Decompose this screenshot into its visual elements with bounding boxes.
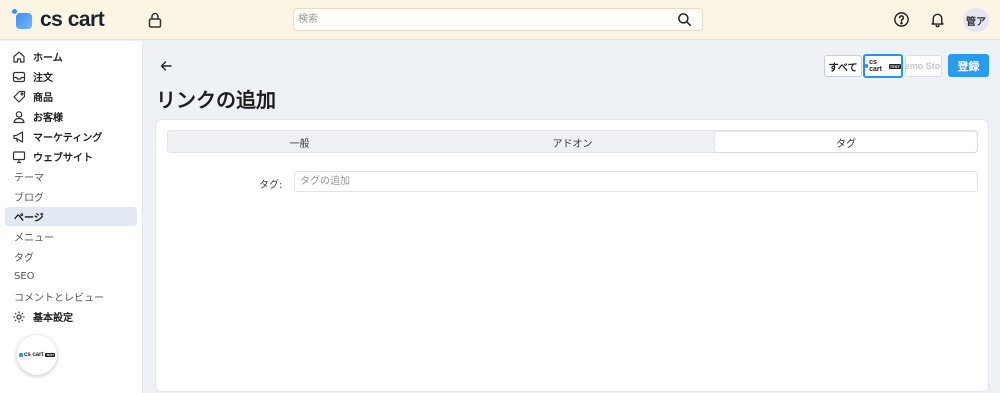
all-stores-button[interactable]: すべて (824, 55, 862, 77)
store-logo-text: cs cart (869, 59, 882, 73)
tag-input[interactable] (294, 171, 978, 192)
lock-icon[interactable] (146, 11, 164, 29)
store-logo-text: cs cart (23, 352, 44, 358)
store-logo: cs cart TEST (18, 352, 56, 358)
store-logo: cs cart TEST (865, 59, 901, 73)
gear-icon (11, 309, 27, 325)
sidebar-item-label: お客様 (33, 113, 63, 124)
monitor-icon (11, 149, 27, 165)
sidebar-item-marketing[interactable]: マーケティング (5, 127, 137, 146)
sidebar-item-pages[interactable]: ページ (5, 207, 137, 226)
sidebar-item-menus[interactable]: メニュー (5, 227, 137, 246)
megaphone-icon (11, 129, 27, 145)
cs-cart-logo[interactable]: cs cart (12, 8, 105, 32)
help-icon[interactable] (893, 11, 910, 28)
home-icon (11, 49, 27, 65)
sidebar-item-seo[interactable]: SEO (5, 267, 137, 286)
sidebar: ホーム 注文 商品 お客様 マーケティング ウェブサイト テーマ ブログ ページ… (0, 41, 143, 393)
store-logo-tag: TEST (45, 353, 56, 357)
sidebar-item-label: ホーム (33, 53, 63, 64)
back-arrow-icon[interactable] (158, 58, 174, 74)
sidebar-item-blog[interactable]: ブログ (5, 187, 137, 206)
user-icon (11, 109, 27, 125)
tab-addons[interactable]: アドオン (441, 132, 704, 152)
bell-icon[interactable] (929, 11, 946, 28)
store-switcher-bubble[interactable]: cs cart TEST (17, 335, 57, 375)
sidebar-item-settings[interactable]: 基本設定 (5, 307, 137, 326)
save-button[interactable]: 登録 (948, 54, 989, 77)
inbox-icon (11, 69, 27, 85)
search-box (293, 8, 703, 31)
sidebar-item-website[interactable]: ウェブサイト (5, 147, 137, 166)
tab-general[interactable]: 一般 (168, 132, 431, 152)
tag-icon (11, 89, 27, 105)
sidebar-item-label: 基本設定 (33, 313, 73, 324)
sidebar-item-products[interactable]: 商品 (5, 87, 137, 106)
logo-text: cs cart (40, 8, 105, 31)
page-title: リンクの追加 (156, 88, 276, 112)
tab-bar: 一般 アドオン タグ (167, 130, 978, 153)
sidebar-item-label: 注文 (33, 73, 53, 84)
sidebar-item-home[interactable]: ホーム (5, 47, 137, 66)
sidebar-item-themes[interactable]: テーマ (5, 167, 137, 186)
store-cs-cart-button[interactable]: cs cart TEST (863, 54, 903, 78)
sidebar-item-label: ウェブサイト (33, 153, 93, 164)
sidebar-item-label: 商品 (33, 93, 53, 104)
search-input[interactable] (298, 11, 668, 28)
sidebar-item-comments-reviews[interactable]: コメントとレビュー (5, 287, 137, 306)
content-card: 一般 アドオン タグ タグ: (155, 119, 989, 392)
sidebar-item-orders[interactable]: 注文 (5, 67, 137, 86)
sidebar-item-tags[interactable]: タグ (5, 247, 137, 266)
tab-tags[interactable]: タグ (715, 132, 977, 152)
tag-field-label: タグ: (259, 180, 283, 191)
logo-mark-icon (12, 9, 36, 31)
avatar[interactable]: 管ア (963, 8, 989, 32)
sidebar-item-customers[interactable]: お客様 (5, 107, 137, 126)
sidebar-item-label: マーケティング (33, 133, 103, 144)
search-icon[interactable] (677, 12, 692, 27)
top-bar: cs cart 管ア (0, 0, 1000, 40)
store-logo-tag: TEST (888, 63, 901, 69)
store-demo-button[interactable]: Demo Store (905, 55, 942, 77)
